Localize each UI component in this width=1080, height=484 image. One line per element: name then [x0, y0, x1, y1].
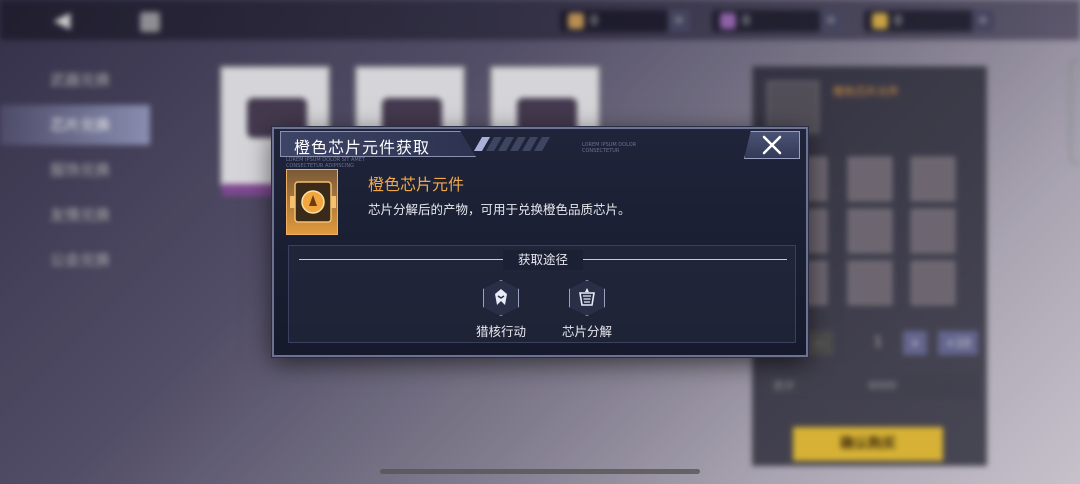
item-source-dialog: 橙色芯片元件获取 LOREM IPSUM DOLOR CONSECTETUR L…: [272, 127, 808, 357]
source-label: 芯片分解: [561, 324, 612, 339]
sources-section: 获取途径 猎核行动 芯片分解: [288, 245, 796, 343]
home-indicator[interactable]: [380, 469, 700, 474]
source-hunt-operation-button[interactable]: 猎核行动: [471, 280, 531, 340]
close-button[interactable]: [744, 131, 800, 159]
orange-chip-component-icon: [286, 169, 338, 235]
chip-decompose-icon: [569, 280, 605, 316]
source-chip-decompose-button[interactable]: 芯片分解: [557, 280, 617, 340]
hunt-operation-icon: [483, 280, 519, 316]
decorative-text: LOREM IPSUM DOLOR CONSECTETUR: [582, 142, 637, 154]
source-label: 猎核行动: [475, 324, 526, 339]
close-icon: [762, 135, 782, 155]
item-name: 橙色芯片元件: [368, 175, 465, 194]
decorative-stripes: [473, 137, 558, 151]
decorative-text: LOREM IPSUM DOLOR SIT AMET CONSECTETUR A…: [286, 157, 365, 169]
sources-title: 获取途径: [503, 250, 583, 270]
dialog-title: 橙色芯片元件获取: [294, 138, 431, 157]
item-description: 芯片分解后的产物，可用于兑换橙色品质芯片。: [368, 202, 631, 217]
